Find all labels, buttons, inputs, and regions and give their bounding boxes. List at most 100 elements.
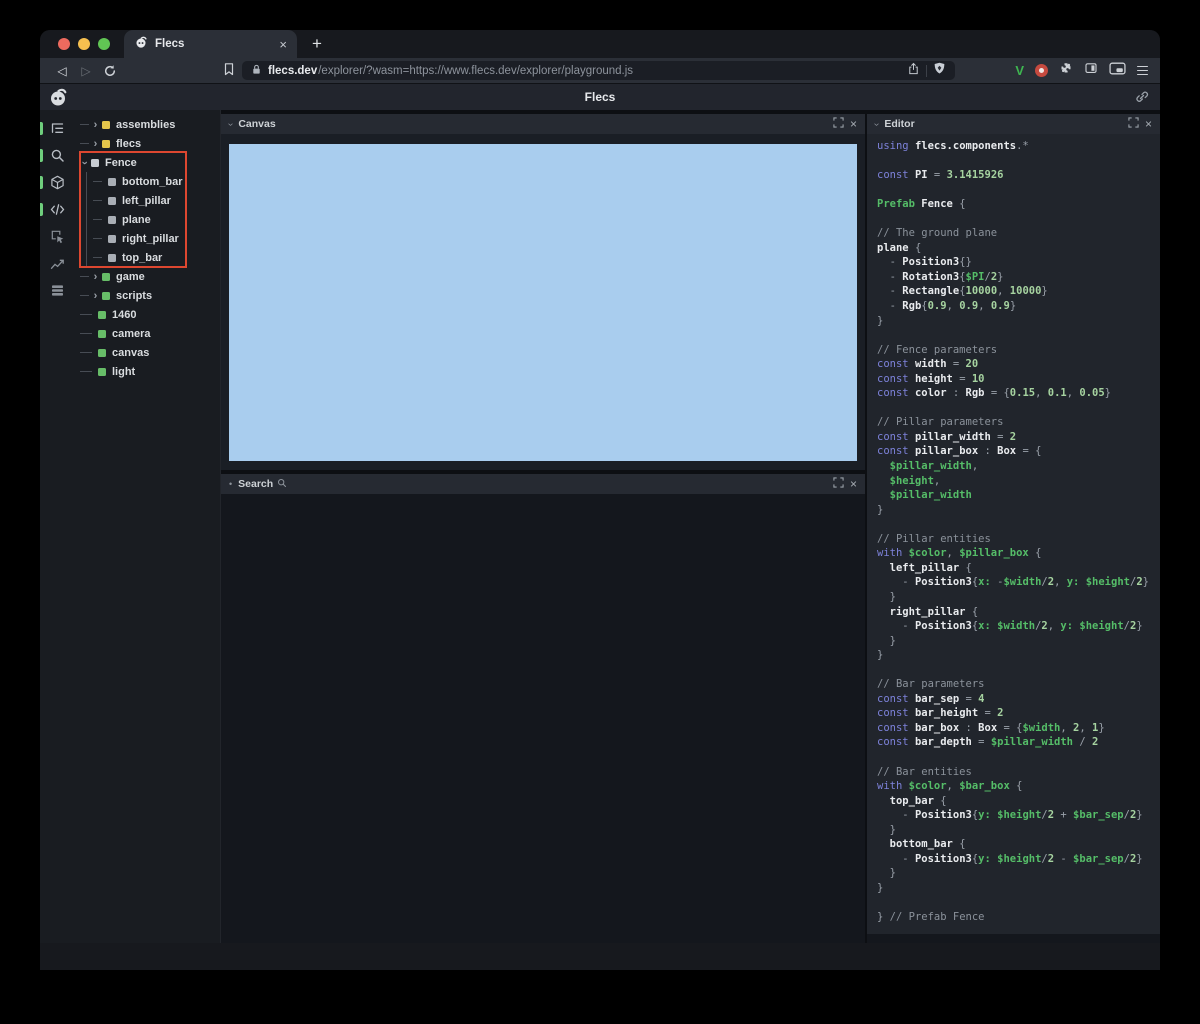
code-line[interactable]: - Rgb{0.9, 0.9, 0.9}: [877, 299, 1160, 314]
new-tab-button[interactable]: +: [312, 30, 322, 58]
extensions-puzzle-icon[interactable]: [1059, 61, 1073, 80]
code-line[interactable]: [877, 183, 1160, 198]
code-line[interactable]: top_bar {: [877, 794, 1160, 809]
code-line[interactable]: bottom_bar {: [877, 837, 1160, 852]
code-line[interactable]: [877, 212, 1160, 227]
chevron-down-icon[interactable]: ›: [871, 122, 882, 125]
code-line[interactable]: [877, 663, 1160, 678]
code-line[interactable]: $pillar_width: [877, 488, 1160, 503]
close-icon[interactable]: ×: [850, 117, 857, 131]
code-line[interactable]: - Position3{y: $height/2 - $bar_sep/2}: [877, 852, 1160, 867]
code-line[interactable]: - Position3{x: -$width/2, y: $height/2}: [877, 575, 1160, 590]
stats-icon[interactable]: [40, 277, 75, 304]
code-line[interactable]: const width = 20: [877, 357, 1160, 372]
code-editor[interactable]: using flecs.components.* const PI = 3.14…: [867, 134, 1160, 934]
close-icon[interactable]: ×: [1145, 117, 1152, 131]
code-line[interactable]: const bar_depth = $pillar_width / 2: [877, 735, 1160, 750]
inspect-icon[interactable]: [40, 223, 75, 250]
search-panel-header[interactable]: • Search ×: [221, 474, 865, 494]
code-line[interactable]: }: [877, 866, 1160, 881]
code-line[interactable]: [877, 328, 1160, 343]
code-line[interactable]: [877, 895, 1160, 910]
tree-item-light[interactable]: light: [75, 362, 220, 381]
minimize-window-button[interactable]: [78, 38, 90, 50]
url-bar[interactable]: flecs.dev /explorer/?wasm=https://www.fl…: [242, 61, 955, 80]
code-line[interactable]: // The ground plane: [877, 226, 1160, 241]
expand-icon[interactable]: [833, 115, 844, 133]
code-line[interactable]: const bar_box : Box = {$width, 2, 1}: [877, 721, 1160, 736]
search-icon[interactable]: [40, 142, 75, 169]
code-line[interactable]: const pillar_box : Box = {: [877, 444, 1160, 459]
code-line[interactable]: }: [877, 590, 1160, 605]
code-icon[interactable]: [40, 196, 75, 223]
chevron-down-icon[interactable]: ›: [225, 122, 236, 125]
code-line[interactable]: right_pillar {: [877, 605, 1160, 620]
link-icon[interactable]: [1134, 89, 1150, 110]
close-window-button[interactable]: [58, 38, 70, 50]
code-line[interactable]: with $color, $bar_box {: [877, 779, 1160, 794]
chevron-right-icon[interactable]: ›: [91, 290, 100, 302]
code-line[interactable]: }: [877, 314, 1160, 329]
chevron-right-icon[interactable]: ›: [91, 271, 100, 283]
code-line[interactable]: const pillar_width = 2: [877, 430, 1160, 445]
reload-icon[interactable]: [100, 58, 120, 83]
code-line[interactable]: [877, 154, 1160, 169]
code-line[interactable]: - Rotation3{$PI/2}: [877, 270, 1160, 285]
code-line[interactable]: - Position3{}: [877, 255, 1160, 270]
extension-adblock-icon[interactable]: [1035, 64, 1048, 77]
close-icon[interactable]: ×: [850, 477, 857, 491]
code-line[interactable]: // Pillar entities: [877, 532, 1160, 547]
code-line[interactable]: }: [877, 648, 1160, 663]
code-line[interactable]: }: [877, 503, 1160, 518]
tree-item-assemblies[interactable]: › assemblies: [75, 115, 220, 134]
3d-viewport[interactable]: [229, 144, 857, 461]
tree-view-icon[interactable]: [40, 115, 75, 142]
code-line[interactable]: const PI = 3.1415926: [877, 168, 1160, 183]
menu-hamburger-icon[interactable]: [1137, 65, 1148, 76]
wallet-card-icon[interactable]: [1109, 62, 1126, 80]
code-line[interactable]: - Position3{x: $width/2, y: $height/2}: [877, 619, 1160, 634]
expand-icon[interactable]: [1128, 115, 1139, 133]
expand-icon[interactable]: [833, 475, 844, 493]
code-line[interactable]: plane {: [877, 241, 1160, 256]
sidebar-toggle-icon[interactable]: [1084, 61, 1098, 80]
code-line[interactable]: Prefab Fence {: [877, 197, 1160, 212]
cube-icon[interactable]: [40, 169, 75, 196]
code-line[interactable]: }: [877, 634, 1160, 649]
code-line[interactable]: [877, 750, 1160, 765]
code-line[interactable]: - Position3{y: $height/2 + $bar_sep/2}: [877, 808, 1160, 823]
code-line[interactable]: // Bar parameters: [877, 677, 1160, 692]
code-line[interactable]: left_pillar {: [877, 561, 1160, 576]
code-line[interactable]: // Bar entities: [877, 765, 1160, 780]
code-line[interactable]: }: [877, 881, 1160, 896]
extension-v-icon[interactable]: V: [1015, 63, 1024, 78]
code-line[interactable]: [877, 517, 1160, 532]
tree-item-canvas[interactable]: canvas: [75, 343, 220, 362]
chart-icon[interactable]: [40, 250, 75, 277]
code-line[interactable]: } // Prefab Fence: [877, 910, 1160, 925]
code-line[interactable]: $pillar_width,: [877, 459, 1160, 474]
code-line[interactable]: const height = 10: [877, 372, 1160, 387]
code-line[interactable]: [877, 401, 1160, 416]
tree-item-1460[interactable]: 1460: [75, 305, 220, 324]
tab-close-icon[interactable]: ×: [279, 37, 287, 52]
code-line[interactable]: - Rectangle{10000, 10000}: [877, 284, 1160, 299]
code-line[interactable]: // Fence parameters: [877, 343, 1160, 358]
code-line[interactable]: using flecs.components.*: [877, 139, 1160, 154]
panel-dot-icon[interactable]: •: [229, 479, 232, 489]
back-button[interactable]: ◁: [52, 58, 72, 83]
share-icon[interactable]: [907, 62, 920, 80]
tree-item-camera[interactable]: camera: [75, 324, 220, 343]
forward-button[interactable]: ▷: [76, 58, 96, 83]
code-line[interactable]: with $color, $pillar_box {: [877, 546, 1160, 561]
code-line[interactable]: }: [877, 823, 1160, 838]
browser-tab[interactable]: Flecs ×: [124, 30, 297, 58]
code-line[interactable]: const bar_height = 2: [877, 706, 1160, 721]
tree-item-scripts[interactable]: › scripts: [75, 286, 220, 305]
code-line[interactable]: const bar_sep = 4: [877, 692, 1160, 707]
code-line[interactable]: // Pillar parameters: [877, 415, 1160, 430]
tree-item-game[interactable]: › game: [75, 267, 220, 286]
zoom-window-button[interactable]: [98, 38, 110, 50]
editor-panel-header[interactable]: › Editor ×: [867, 114, 1160, 134]
bookmark-icon[interactable]: [222, 62, 236, 81]
